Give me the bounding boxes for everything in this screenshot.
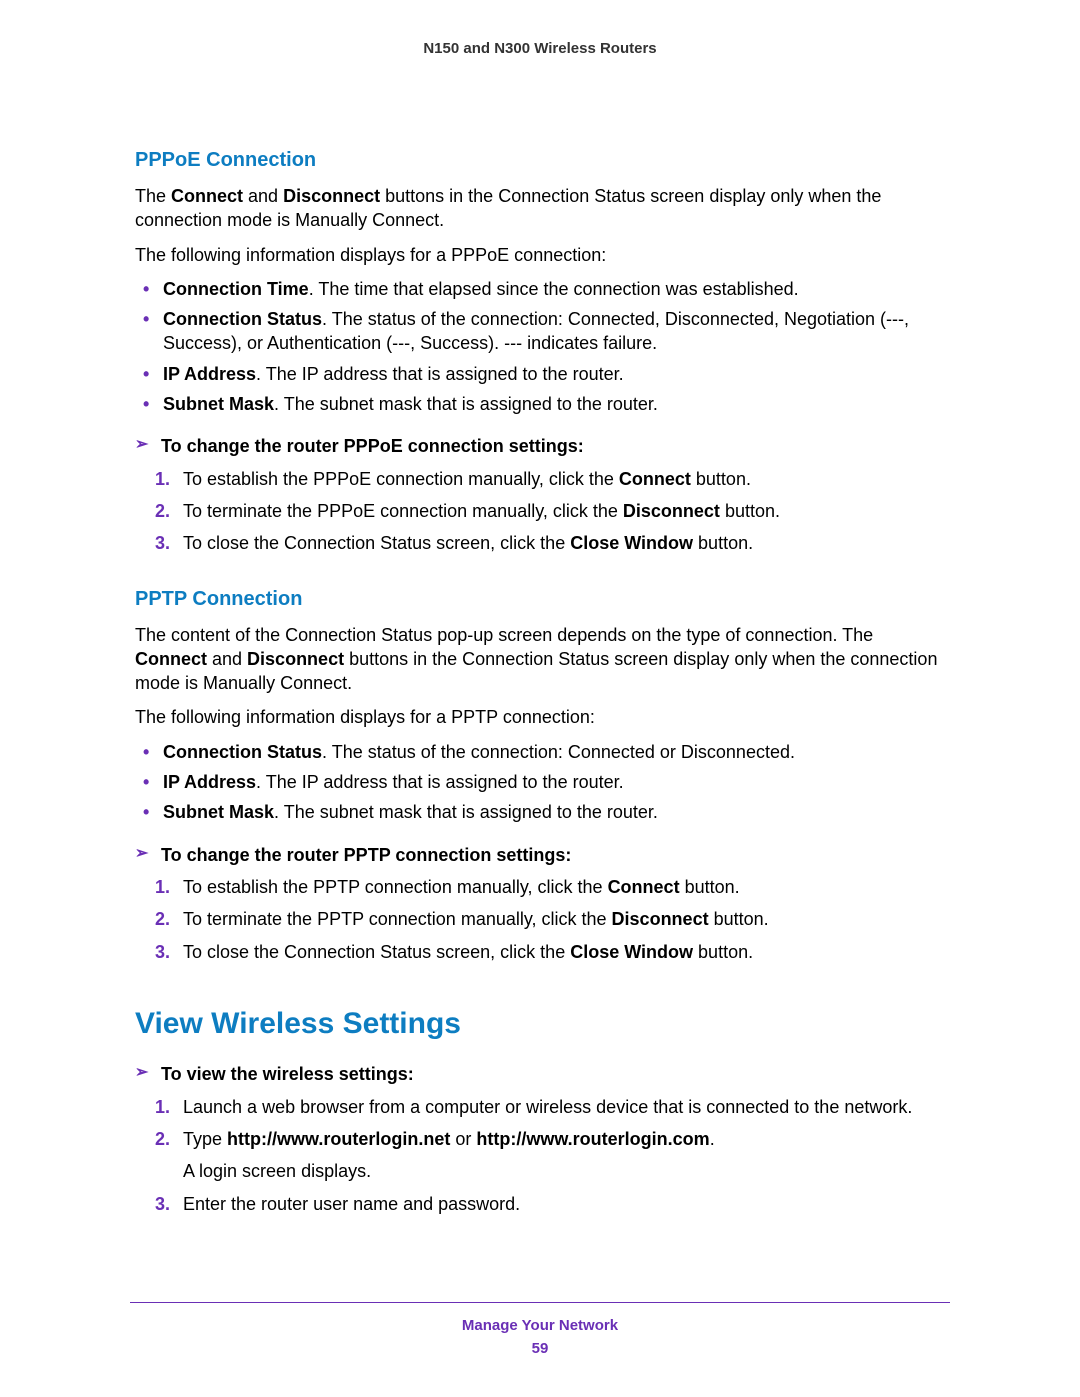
- list-item: To terminate the PPPoE connection manual…: [183, 499, 950, 523]
- list-item: Enter the router user name and password.: [183, 1192, 950, 1216]
- bold: Connect: [608, 877, 680, 897]
- bold: http://www.routerlogin.net: [227, 1129, 450, 1149]
- heading-pptp: PPTP Connection: [135, 586, 950, 613]
- list-item: Connection Status. The status of the con…: [163, 740, 950, 764]
- list-item: Subnet Mask. The subnet mask that is ass…: [163, 392, 950, 416]
- bold: Close Window: [570, 942, 693, 962]
- text: To establish the PPPoE connection manual…: [183, 469, 619, 489]
- list-item: IP Address. The IP address that is assig…: [163, 362, 950, 386]
- bold: Disconnect: [623, 501, 720, 521]
- bold: Disconnect: [247, 649, 344, 669]
- pppoe-bullets: Connection Time. The time that elapsed s…: [135, 277, 950, 416]
- text: button.: [720, 501, 780, 521]
- text: . The time that elapsed since the connec…: [309, 279, 799, 299]
- text: Type: [183, 1129, 227, 1149]
- text: button.: [693, 942, 753, 962]
- page-footer: Manage Your Network 59: [0, 1302, 1080, 1357]
- list-item: Launch a web browser from a computer or …: [183, 1095, 950, 1119]
- bold: Connection Status: [163, 742, 322, 762]
- bold: Connection Time: [163, 279, 309, 299]
- text: button.: [709, 909, 769, 929]
- list-item: To establish the PPPoE connection manual…: [183, 467, 950, 491]
- text: . The subnet mask that is assigned to th…: [274, 802, 658, 822]
- text: or: [450, 1129, 476, 1149]
- list-item: To close the Connection Status screen, c…: [183, 940, 950, 964]
- text: . The subnet mask that is assigned to th…: [274, 394, 658, 414]
- heading-pppoe: PPPoE Connection: [135, 147, 950, 174]
- pptp-intro-2: The following information displays for a…: [135, 705, 950, 729]
- text: and: [243, 186, 283, 206]
- footer-rule: [130, 1302, 950, 1303]
- pptp-steps: To establish the PPTP connection manuall…: [135, 875, 950, 964]
- list-item: Subnet Mask. The subnet mask that is ass…: [163, 800, 950, 824]
- pptp-procedure-heading: To change the router PPTP connection set…: [135, 843, 950, 867]
- heading-wireless: View Wireless Settings: [135, 1004, 950, 1045]
- text: .: [710, 1129, 715, 1149]
- bold: IP Address: [163, 772, 256, 792]
- bold: Subnet Mask: [163, 802, 274, 822]
- bold: Connection Status: [163, 309, 322, 329]
- text: button.: [680, 877, 740, 897]
- text: The: [135, 186, 171, 206]
- text: To close the Connection Status screen, c…: [183, 942, 570, 962]
- text: . The status of the connection: Connecte…: [322, 742, 795, 762]
- text: . The IP address that is assigned to the…: [256, 772, 624, 792]
- list-item: IP Address. The IP address that is assig…: [163, 770, 950, 794]
- text: A login screen displays.: [183, 1159, 950, 1183]
- list-item: Connection Status. The status of the con…: [163, 307, 950, 356]
- text: To establish the PPTP connection manuall…: [183, 877, 608, 897]
- bold: Disconnect: [612, 909, 709, 929]
- text: To close the Connection Status screen, c…: [183, 533, 570, 553]
- pppoe-intro-1: The Connect and Disconnect buttons in th…: [135, 184, 950, 233]
- bold: IP Address: [163, 364, 256, 384]
- list-item: To close the Connection Status screen, c…: [183, 531, 950, 555]
- wireless-steps: Launch a web browser from a computer or …: [135, 1095, 950, 1216]
- list-item: To terminate the PPTP connection manuall…: [183, 907, 950, 931]
- pppoe-steps: To establish the PPPoE connection manual…: [135, 467, 950, 556]
- pppoe-intro-2: The following information displays for a…: [135, 243, 950, 267]
- pptp-bullets: Connection Status. The status of the con…: [135, 740, 950, 825]
- bold: Disconnect: [283, 186, 380, 206]
- footer-title: Manage Your Network: [0, 1317, 1080, 1334]
- pptp-intro-1: The content of the Connection Status pop…: [135, 623, 950, 696]
- running-header: N150 and N300 Wireless Routers: [0, 0, 1080, 57]
- pppoe-procedure-heading: To change the router PPPoE connection se…: [135, 434, 950, 458]
- list-item: To establish the PPTP connection manuall…: [183, 875, 950, 899]
- text: To terminate the PPTP connection manuall…: [183, 909, 612, 929]
- bold: Connect: [171, 186, 243, 206]
- text: button.: [693, 533, 753, 553]
- text: . The IP address that is assigned to the…: [256, 364, 624, 384]
- text: The content of the Connection Status pop…: [135, 625, 873, 645]
- bold: Connect: [619, 469, 691, 489]
- page-number: 59: [0, 1340, 1080, 1357]
- text: and: [207, 649, 247, 669]
- wireless-procedure-heading: To view the wireless settings:: [135, 1062, 950, 1086]
- text: To terminate the PPPoE connection manual…: [183, 501, 623, 521]
- bold: Close Window: [570, 533, 693, 553]
- list-item: Connection Time. The time that elapsed s…: [163, 277, 950, 301]
- bold: http://www.routerlogin.com: [476, 1129, 709, 1149]
- page-content: PPPoE Connection The Connect and Disconn…: [0, 57, 1080, 1216]
- bold: Subnet Mask: [163, 394, 274, 414]
- text: button.: [691, 469, 751, 489]
- bold: Connect: [135, 649, 207, 669]
- list-item: Type http://www.routerlogin.net or http:…: [183, 1127, 950, 1184]
